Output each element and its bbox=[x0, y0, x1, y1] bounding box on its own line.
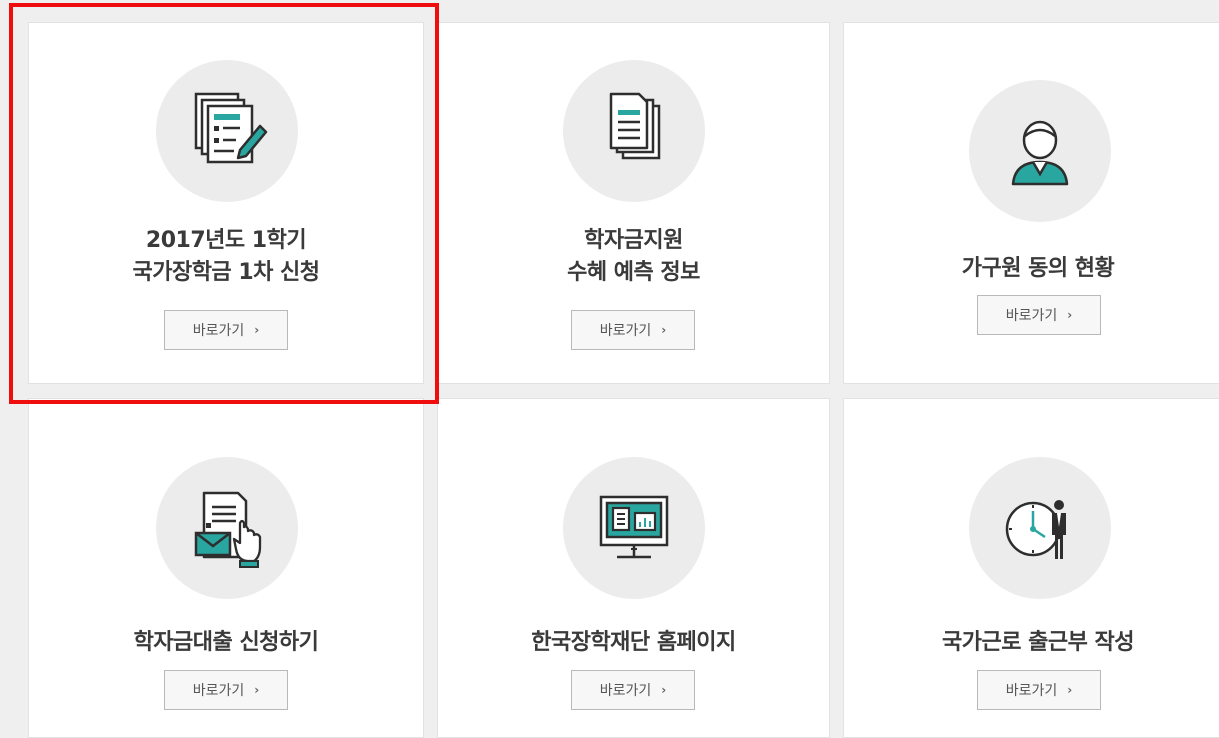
card-kosaf-homepage[interactable]: 한국장학재단 홈페이지 바로가기 › bbox=[437, 398, 830, 738]
chevron-right-icon: › bbox=[661, 683, 667, 697]
go-button[interactable]: 바로가기 › bbox=[977, 295, 1101, 335]
card-support-prediction[interactable]: 학자금지원 수혜 예측 정보 바로가기 › bbox=[437, 22, 830, 384]
go-button[interactable]: 바로가기 › bbox=[571, 670, 695, 710]
card-title: 국가근로 출근부 작성 bbox=[942, 630, 1134, 655]
icon-circle bbox=[969, 457, 1111, 599]
icon-circle bbox=[969, 80, 1111, 222]
icon-circle bbox=[156, 457, 298, 599]
card-title: 한국장학재단 홈페이지 bbox=[531, 630, 736, 655]
application-form-icon bbox=[194, 92, 268, 164]
go-button[interactable]: 바로가기 › bbox=[164, 310, 288, 350]
icon-circle bbox=[563, 60, 705, 202]
chevron-right-icon: › bbox=[1067, 683, 1073, 697]
card-family-consent[interactable]: 가구원 동의 현황 바로가기 › bbox=[843, 22, 1219, 384]
chevron-right-icon: › bbox=[1067, 308, 1073, 322]
card-title: 학자금지원 수혜 예측 정보 bbox=[567, 228, 700, 285]
go-button[interactable]: 바로가기 › bbox=[164, 670, 288, 710]
card-work-attendance[interactable]: 국가근로 출근부 작성 바로가기 › bbox=[843, 398, 1219, 738]
documents-icon bbox=[609, 92, 661, 160]
chevron-right-icon: › bbox=[254, 323, 260, 337]
go-button[interactable]: 바로가기 › bbox=[571, 310, 695, 350]
card-loan-application[interactable]: 학자금대출 신청하기 바로가기 › bbox=[28, 398, 424, 738]
go-button[interactable]: 바로가기 › bbox=[977, 670, 1101, 710]
chevron-right-icon: › bbox=[661, 323, 667, 337]
card-scholarship-application[interactable]: 2017년도 1학기 국가장학금 1차 신청 바로가기 › bbox=[28, 22, 424, 384]
icon-circle bbox=[156, 60, 298, 202]
icon-circle bbox=[563, 457, 705, 599]
card-title: 학자금대출 신청하기 bbox=[133, 630, 319, 655]
chevron-right-icon: › bbox=[254, 683, 260, 697]
family-member-icon bbox=[1011, 120, 1069, 186]
loan-application-icon bbox=[194, 491, 262, 568]
monitor-icon bbox=[599, 495, 669, 559]
card-title: 가구원 동의 현황 bbox=[961, 256, 1115, 281]
clock-worker-icon bbox=[1005, 500, 1066, 559]
card-title: 2017년도 1학기 국가장학금 1차 신청 bbox=[132, 228, 320, 285]
